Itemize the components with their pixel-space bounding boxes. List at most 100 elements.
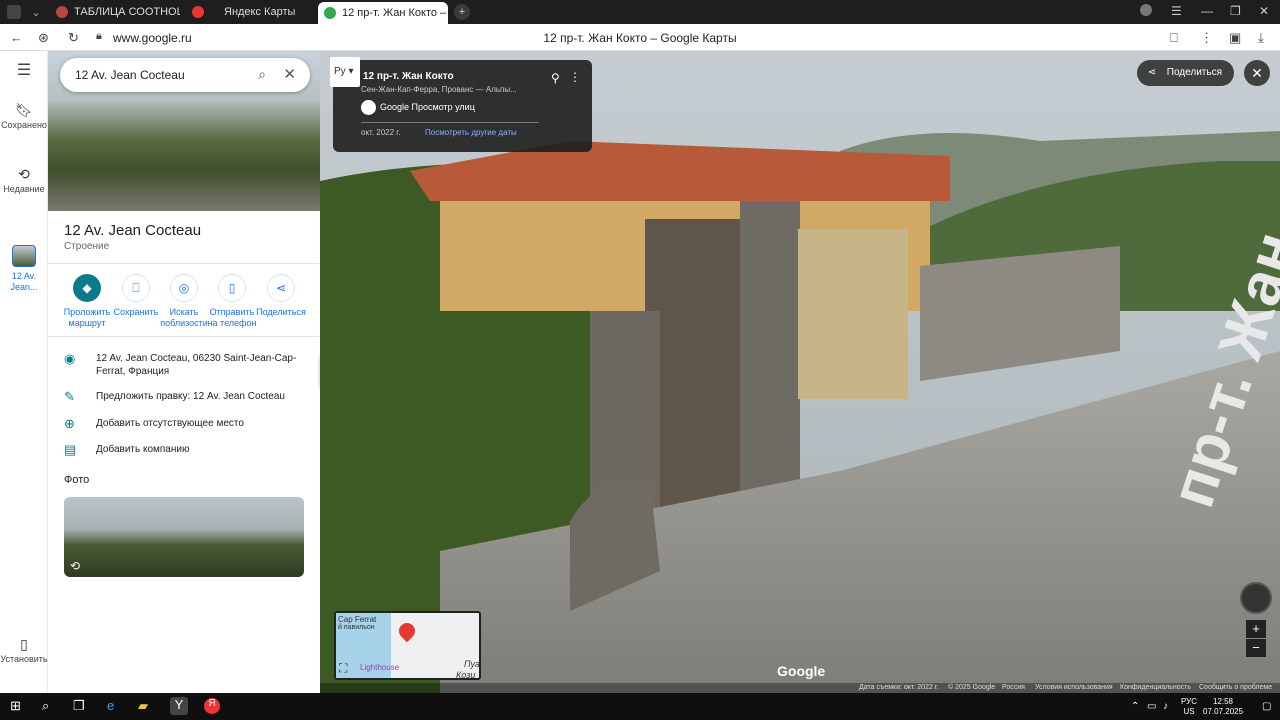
- street-view[interactable]: пр-т. Жан Ру ▾ 12 пр-т. Жан Кокто Сен-Жа…: [320, 51, 1280, 693]
- share-label: Поделиться: [256, 307, 306, 317]
- photo-thumbnail[interactable]: ⟲: [64, 497, 304, 577]
- search-icon[interactable]: ⌕: [42, 698, 49, 714]
- close-street-view-button[interactable]: ✕: [1244, 60, 1270, 86]
- rail-install[interactable]: ▯ Установить: [0, 637, 48, 665]
- tab-label: 12 пр-т. Жан Кокто – G: [342, 7, 448, 19]
- more-icon[interactable]: ⋮: [1200, 30, 1213, 46]
- bookmark-icon: 🔖︎: [15, 102, 33, 118]
- pv-dropdown[interactable]: Ру ▾: [330, 57, 360, 87]
- keyboard-layout[interactable]: РУС US: [1181, 697, 1197, 717]
- 360-icon: ⟲: [70, 559, 81, 573]
- map-footer: Дата съемки: окт. 2022 г. © 2025 Google …: [320, 683, 1280, 693]
- compass-icon[interactable]: [1240, 582, 1272, 614]
- tab-google-maps[interactable]: 12 пр-т. Жан Кокто – G✕: [318, 2, 448, 24]
- tab-label: ТАБЛИЦА СООТНОШЕН: [74, 6, 180, 18]
- rail-recent-label: Недавние: [3, 184, 45, 194]
- other-dates-link[interactable]: Посмотреть другие даты: [425, 128, 517, 137]
- card-subtitle: Сен-Жан-Кап-Ферра, Прованс — Альпы...: [361, 85, 517, 94]
- rail-current-place-label: 12 Av. Jean...: [10, 271, 38, 292]
- browser-menu-icon[interactable]: [4, 2, 24, 22]
- minimize-button[interactable]: —: [1201, 4, 1213, 18]
- share-icon: ⋖: [1147, 67, 1157, 78]
- location-pin-icon: ◉: [64, 351, 76, 366]
- profile-avatar-icon[interactable]: [1140, 4, 1152, 16]
- edge-icon[interactable]: e: [107, 698, 114, 713]
- minimap-label: й павильон: [338, 624, 375, 631]
- yandex-maps-favicon-icon: [192, 6, 204, 18]
- clear-search-icon[interactable]: ✕: [283, 65, 296, 83]
- street-view-share-button[interactable]: ⋖ Поделиться: [1136, 60, 1234, 86]
- add-business-icon: ▤: [64, 442, 77, 457]
- restore-button[interactable]: ❐: [1230, 4, 1241, 18]
- volume-icon[interactable]: ♪: [1163, 701, 1168, 712]
- footer-report-link[interactable]: Сообщить о проблеме: [1199, 683, 1272, 693]
- search-input[interactable]: 12 Av. Jean Cocteau: [75, 68, 185, 82]
- minimap[interactable]: Cap Ferrat й павильон Lighthouse Пуа Коз…: [334, 611, 481, 680]
- tray-chevron-icon[interactable]: ⌃: [1131, 701, 1139, 712]
- footer-privacy-link[interactable]: Конфиденциальность: [1120, 683, 1191, 693]
- yandex-browser-icon[interactable]: Y: [170, 697, 188, 715]
- notifications-icon[interactable]: ▢: [1262, 701, 1271, 712]
- menu-icon[interactable]: ☰: [0, 63, 48, 79]
- photos-heading: Фото: [64, 474, 90, 486]
- footer-region-link[interactable]: Россия: [1002, 683, 1025, 693]
- nearby-button[interactable]: ◎ Искать поблизости: [158, 274, 210, 329]
- location-pin-icon[interactable]: ⚲: [551, 71, 560, 85]
- address-row[interactable]: ◉ 12 Av. Jean Cocteau, 06230 Saint-Jean-C…: [48, 352, 320, 380]
- new-tab-button[interactable]: +: [454, 4, 470, 20]
- tab-label: Яндекс Карты: [224, 6, 296, 18]
- minimap-label: Кози: [456, 670, 476, 680]
- save-button[interactable]: ⎕ Сохранить: [110, 274, 162, 318]
- send-to-phone-button[interactable]: ▯ Отправить на телефон: [206, 274, 258, 329]
- tab-table[interactable]: ТАБЛИЦА СООТНОШЕН: [50, 2, 180, 22]
- address-bar: ← ⊛ ↻ 🔒︎ www.google.ru 12 пр-т. Жан Кокт…: [0, 24, 1280, 51]
- clock[interactable]: 12:58 07.07.2025: [1203, 697, 1243, 717]
- directions-icon: ◆: [73, 274, 101, 302]
- windows-start-icon[interactable]: ⊞: [10, 698, 21, 714]
- google-watermark: Google: [777, 663, 826, 679]
- provider-label: Google Просмотр улиц: [380, 102, 475, 112]
- left-rail: ☰ 🔖︎ Сохранено ⟲ Недавние 12 Av. Jean... ▯…: [0, 51, 48, 693]
- divider: [48, 263, 320, 264]
- rail-saved-label: Сохранено: [1, 120, 47, 130]
- map-pin-icon: [395, 619, 419, 643]
- bookmark-icon: ⎕: [122, 274, 150, 302]
- time-label: 12:58: [1212, 697, 1234, 706]
- search-icon[interactable]: ⌕: [258, 66, 266, 83]
- tabs-dropdown-icon[interactable]: ⌄: [28, 2, 44, 22]
- add-business-text: Добавить компанию: [96, 444, 190, 455]
- zoom-out-button[interactable]: −: [1246, 639, 1266, 657]
- rail-recent[interactable]: ⟲ Недавние: [0, 167, 48, 195]
- footer-terms-link[interactable]: Условия использования: [1035, 683, 1113, 693]
- bookmark-icon[interactable]: ⎕: [1170, 30, 1178, 46]
- rail-current-place[interactable]: 12 Av. Jean...: [0, 245, 48, 293]
- tab-yandex-maps[interactable]: Яндекс Карты: [186, 2, 311, 22]
- rail-saved[interactable]: 🔖︎ Сохранено: [0, 102, 48, 131]
- file-explorer-icon[interactable]: ▰: [138, 698, 148, 714]
- download-icon[interactable]: ⤓: [1258, 30, 1264, 46]
- yandex-icon[interactable]: Я: [204, 698, 220, 714]
- browser-menu-button[interactable]: ☰: [1171, 4, 1182, 18]
- divider: [48, 336, 320, 337]
- nearby-icon: ◎: [170, 274, 198, 302]
- collections-icon[interactable]: ▣: [1229, 30, 1241, 46]
- lang-label: РУС: [1181, 697, 1198, 706]
- send-to-phone-label: Отправить на телефон: [207, 307, 257, 328]
- window-close-button[interactable]: ✕: [1259, 4, 1269, 18]
- zoom-in-button[interactable]: +: [1246, 620, 1266, 638]
- directions-button[interactable]: ◆ Проложить маршрут: [61, 274, 113, 329]
- task-view-icon[interactable]: ❐: [73, 698, 85, 714]
- network-icon[interactable]: ▭: [1147, 701, 1156, 712]
- pencil-icon: ✎: [64, 389, 75, 404]
- expand-map-icon[interactable]: ⛶: [339, 661, 347, 676]
- search-box[interactable]: 12 Av. Jean Cocteau ⌕ ✕: [60, 58, 310, 92]
- place-category: Строение: [64, 241, 110, 252]
- add-business-row[interactable]: ▤ Добавить компанию: [48, 443, 320, 457]
- share-button[interactable]: ⋖ Поделиться: [255, 274, 307, 318]
- more-options-icon[interactable]: ⋮: [569, 70, 581, 84]
- suggest-edit-text: Предложить правку: 12 Av. Jean Cocteau: [96, 391, 285, 402]
- card-divider: [361, 122, 539, 123]
- add-missing-place-row[interactable]: ⊕ Добавить отсутствующее место: [48, 417, 320, 431]
- minimap-label: Cap Ferrat: [338, 615, 377, 624]
- suggest-edit-row[interactable]: ✎ Предложить правку: 12 Av. Jean Cocteau: [48, 390, 320, 404]
